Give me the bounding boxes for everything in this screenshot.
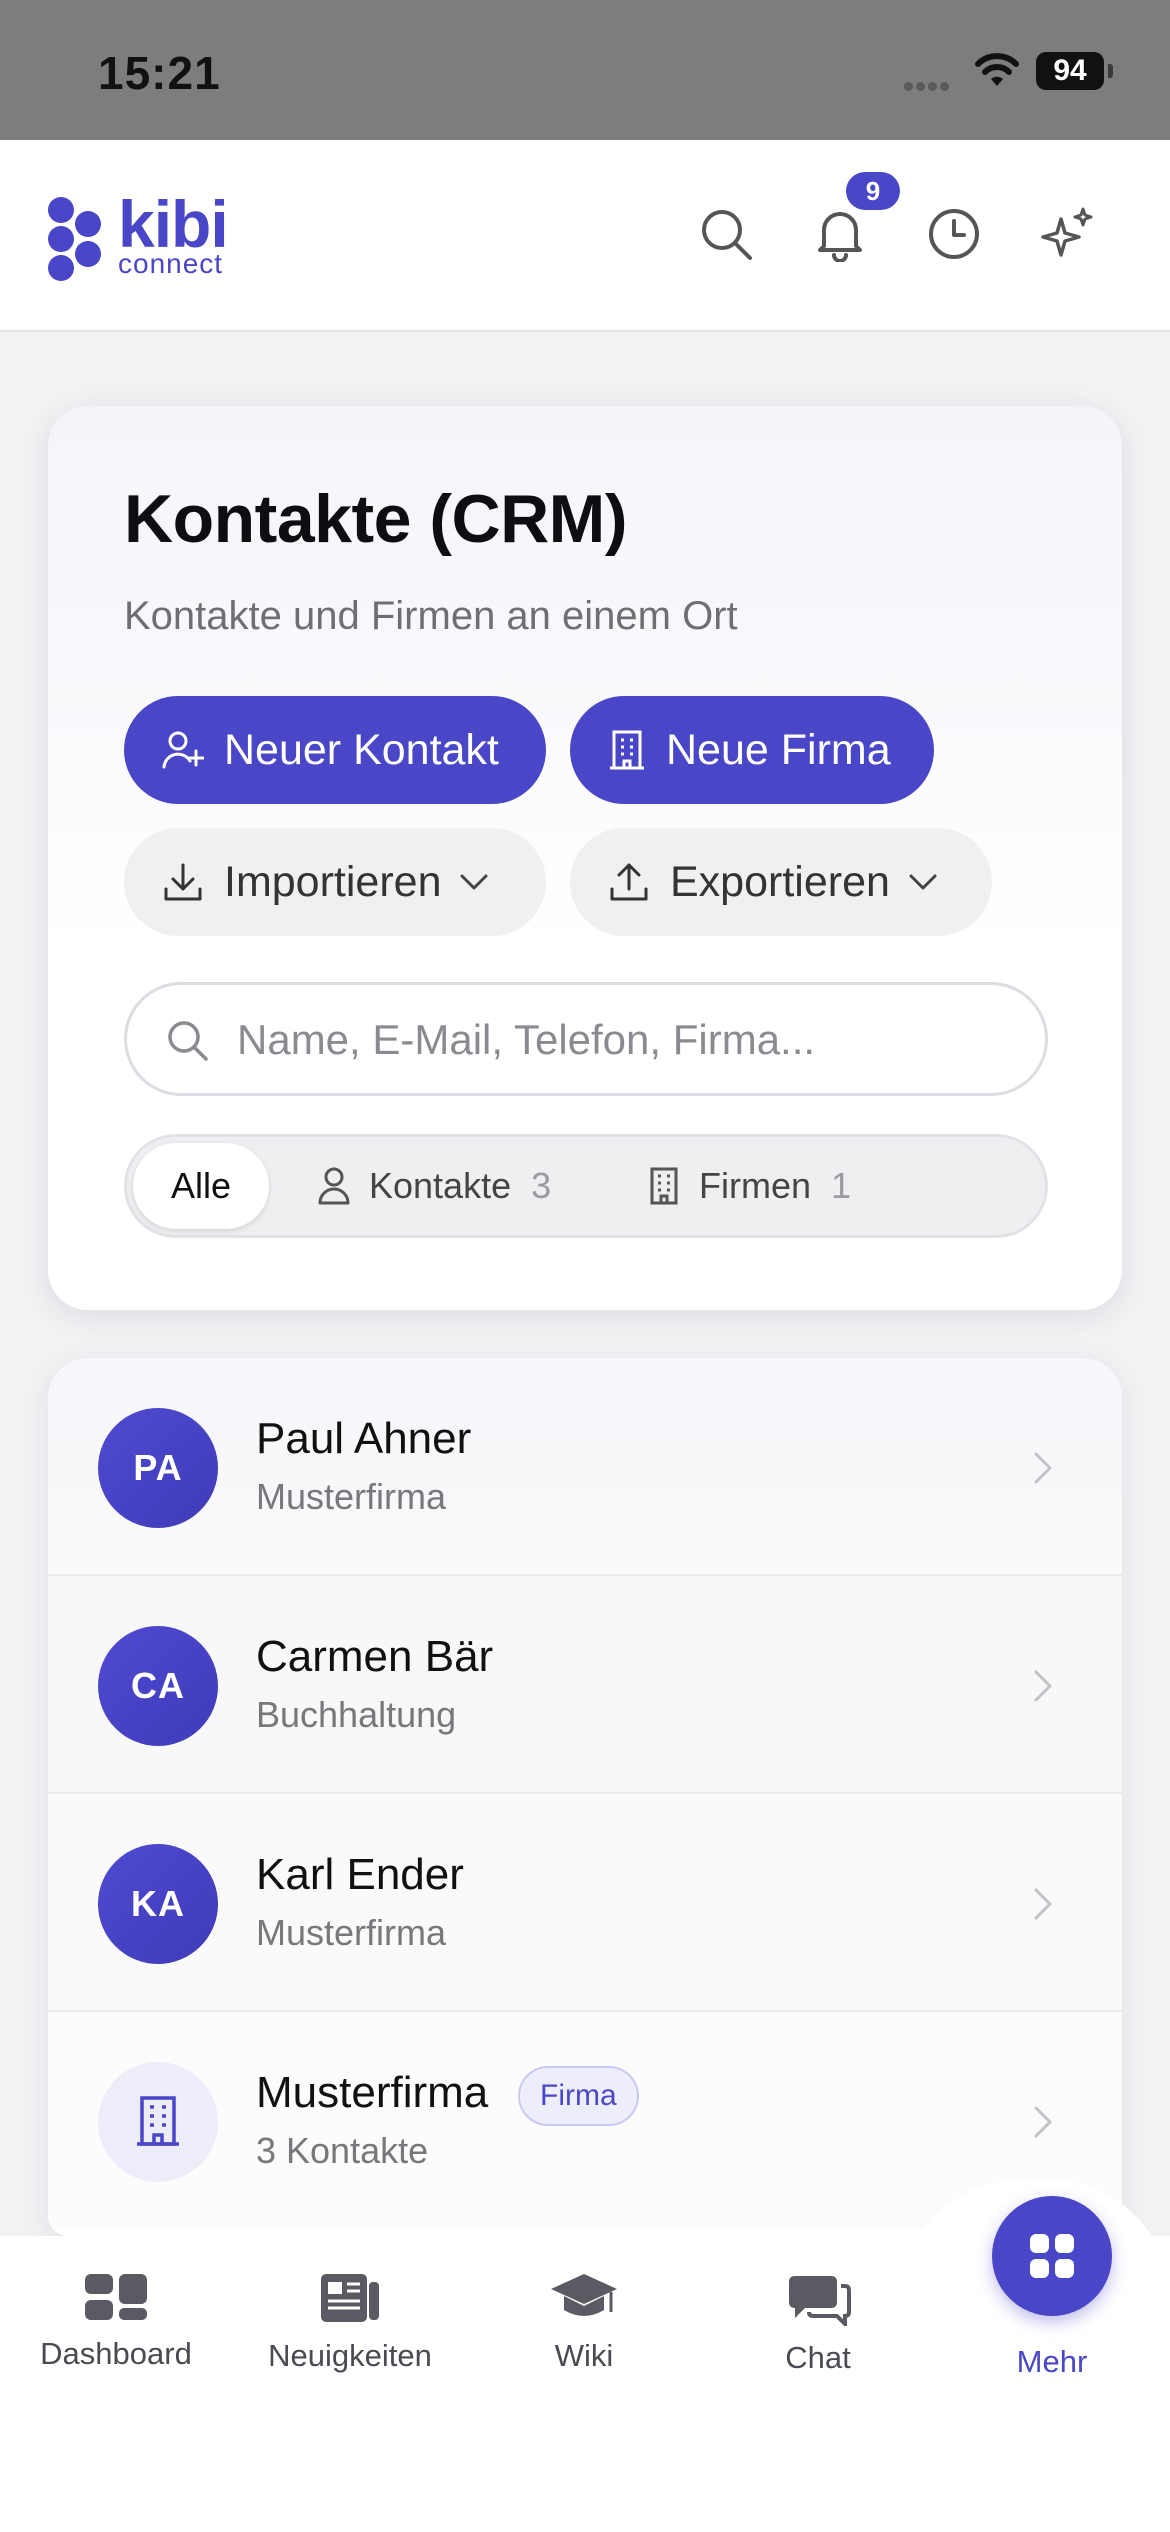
logo-sub: connect xyxy=(118,248,224,279)
page-title: Kontakte (CRM) xyxy=(124,481,627,557)
filter-contacts-label: Kontakte xyxy=(369,1165,512,1206)
export-dropdown[interactable]: Exportieren xyxy=(570,828,992,936)
import-label: Importieren xyxy=(224,857,442,906)
list-item[interactable]: CA Carmen Bär Buchhaltung xyxy=(48,1576,1122,1794)
nav-chat-label: Chat xyxy=(785,2340,851,2375)
newspaper-icon xyxy=(321,2274,379,2322)
avatar: PA xyxy=(98,1408,218,1528)
search-icon xyxy=(168,1021,208,1061)
company-tag: Firma xyxy=(518,2066,639,2126)
logo-mark-icon xyxy=(48,197,101,281)
export-label: Exportieren xyxy=(670,857,890,906)
page-subtitle: Kontakte und Firmen an einem Ort xyxy=(124,594,738,638)
filter-companies-count: 1 xyxy=(831,1165,852,1206)
list-item[interactable]: PA Paul Ahner Musterfirma xyxy=(48,1358,1122,1576)
list-item[interactable]: KA Karl Ender Musterfirma xyxy=(48,1794,1122,2012)
contact-name: Karl Ender xyxy=(256,1850,464,1899)
building-icon xyxy=(650,1167,678,1205)
status-time: 15:21 xyxy=(98,47,221,99)
building-icon xyxy=(610,730,644,770)
search-button[interactable] xyxy=(694,202,758,266)
contact-name: Paul Ahner xyxy=(256,1414,472,1463)
filter-tab-all[interactable]: Alle xyxy=(133,1143,269,1229)
notification-badge: 9 xyxy=(846,172,900,210)
filter-segmented-control: Alle Kontakte 3 Firmen 1 xyxy=(124,1134,1048,1238)
filter-companies-label: Firmen xyxy=(699,1165,812,1206)
contact-list: PA Paul Ahner Musterfirma CA Carmen Bär … xyxy=(48,1358,1122,2236)
chevron-right-icon xyxy=(1034,1452,1052,1484)
filter-tab-contacts[interactable]: Kontakte 3 xyxy=(317,1143,551,1229)
add-user-icon xyxy=(162,731,204,769)
avatar: CA xyxy=(98,1626,218,1746)
chat-icon xyxy=(789,2276,851,2326)
status-bar: 15:21 94 xyxy=(0,0,1170,140)
battery-tip xyxy=(1108,64,1113,78)
search-input[interactable] xyxy=(237,1009,1017,1071)
notifications-button[interactable] xyxy=(808,202,872,266)
chevron-right-icon xyxy=(1034,1670,1052,1702)
chevron-right-icon xyxy=(1034,1888,1052,1920)
nav-wiki-label: Wiki xyxy=(554,2338,614,2373)
download-icon xyxy=(164,863,202,901)
contact-company: Buchhaltung xyxy=(256,1694,457,1735)
nav-news[interactable]: Neuigkeiten xyxy=(250,2272,450,2374)
company-contact-count: 3 Kontakte xyxy=(256,2130,429,2171)
chevron-down-icon xyxy=(460,874,488,890)
nav-dashboard[interactable]: Dashboard xyxy=(16,2272,216,2372)
cellular-signal-icon xyxy=(904,78,952,96)
history-button[interactable] xyxy=(922,202,986,266)
battery-indicator: 94 xyxy=(1036,52,1104,90)
crm-header-card: Kontakte (CRM) Kontakte und Firmen an ei… xyxy=(48,406,1122,1310)
filter-tab-companies[interactable]: Firmen 1 xyxy=(647,1143,851,1229)
avatar: KA xyxy=(98,1844,218,1964)
user-icon xyxy=(318,1167,350,1205)
new-contact-button[interactable]: Neuer Kontakt xyxy=(124,696,546,804)
clock-icon xyxy=(929,209,979,259)
chevron-right-icon xyxy=(1034,2106,1052,2138)
new-company-button[interactable]: Neue Firma xyxy=(570,696,934,804)
new-company-label: Neue Firma xyxy=(666,725,891,774)
company-name: Musterfirma xyxy=(256,2068,489,2117)
more-menu-button[interactable] xyxy=(992,2196,1112,2316)
chevron-down-icon xyxy=(909,874,937,890)
nav-more-label: Mehr xyxy=(1016,2344,1088,2379)
search-icon xyxy=(702,210,752,260)
new-contact-label: Neuer Kontakt xyxy=(224,725,499,774)
contact-company: Musterfirma xyxy=(256,1912,447,1953)
contact-company: Musterfirma xyxy=(256,1476,447,1517)
contact-search[interactable] xyxy=(124,982,1048,1096)
wifi-icon xyxy=(975,53,1019,86)
grid-icon xyxy=(1030,2234,1074,2278)
graduation-cap-icon xyxy=(551,2274,617,2316)
dashboard-icon xyxy=(85,2274,147,2320)
filter-contacts-count: 3 xyxy=(531,1165,552,1206)
nav-news-label: Neuigkeiten xyxy=(268,2338,432,2373)
ai-assistant-button[interactable] xyxy=(1036,202,1100,266)
nav-chat[interactable]: Chat xyxy=(718,2272,918,2376)
app-header: kibi connect 9 xyxy=(0,140,1170,332)
import-dropdown[interactable]: Importieren xyxy=(124,828,546,936)
nav-dashboard-label: Dashboard xyxy=(40,2336,192,2371)
contact-name: Carmen Bär xyxy=(256,1632,494,1681)
nav-wiki[interactable]: Wiki xyxy=(484,2272,684,2374)
sparkles-icon xyxy=(1041,207,1093,257)
bell-icon xyxy=(818,212,862,262)
company-avatar xyxy=(98,2062,218,2182)
upload-icon xyxy=(610,863,648,901)
building-icon xyxy=(137,2096,179,2146)
